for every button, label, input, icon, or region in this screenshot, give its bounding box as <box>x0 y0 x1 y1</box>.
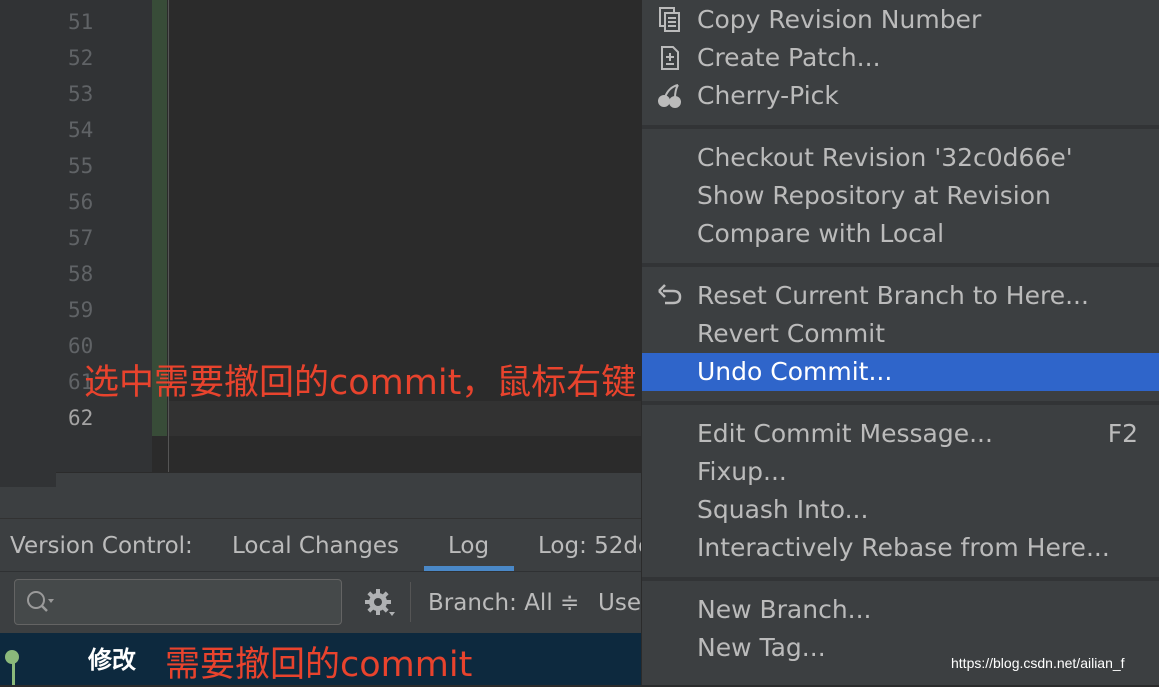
line-number: 54 <box>68 118 94 142</box>
menu-item-label: Cherry-Pick <box>697 81 839 110</box>
context-menu: Copy Revision Number Create Patch... Che… <box>641 0 1159 685</box>
annotation-commit-hint: 需要撤回的commit <box>165 645 473 685</box>
menu-item-compare-with-local[interactable]: Compare with Local <box>642 215 1159 253</box>
search-icon[interactable] <box>25 589 55 615</box>
copy-icon <box>659 7 680 32</box>
menu-item-interactively-rebase[interactable]: Interactively Rebase from Here... <box>642 529 1159 567</box>
undo-arrow-icon <box>658 284 682 305</box>
line-number-current: 62 <box>68 406 94 430</box>
menu-item-create-patch[interactable]: Create Patch... <box>642 39 1159 77</box>
cherry-pick-icon <box>658 84 681 108</box>
menu-item-label: Compare with Local <box>697 219 945 248</box>
menu-item-label: Edit Commit Message... <box>697 419 993 448</box>
menu-item-checkout-revision[interactable]: Checkout Revision '32c0d66e' <box>642 139 1159 177</box>
menu-item-label: Reset Current Branch to Here... <box>697 281 1089 310</box>
menu-item-squash-into[interactable]: Squash Into... <box>642 491 1159 529</box>
tab-log[interactable]: Log <box>448 519 489 572</box>
menu-item-fixup[interactable]: Fixup... <box>642 453 1159 491</box>
menu-separator <box>642 577 1159 581</box>
menu-item-label: New Tag... <box>697 633 826 662</box>
commit-graph-node <box>5 650 19 664</box>
user-filter[interactable]: Use <box>598 572 641 634</box>
menu-item-show-repository-at-revision[interactable]: Show Repository at Revision <box>642 177 1159 215</box>
tab-log-52dc[interactable]: Log: 52dc <box>538 519 651 572</box>
line-number: 53 <box>68 82 94 106</box>
version-control-tab-bar: Version Control: Local Changes Log Log: … <box>0 518 651 572</box>
toolbar-separator <box>410 582 411 622</box>
line-number: 51 <box>68 10 94 34</box>
menu-separator <box>642 401 1159 405</box>
commit-message[interactable]: 修改 <box>88 640 136 675</box>
menu-item-reset-current-branch[interactable]: Reset Current Branch to Here... <box>642 277 1159 315</box>
left-tool-strip <box>0 0 56 487</box>
menu-item-label: Squash Into... <box>697 495 869 524</box>
menu-item-label: Create Patch... <box>697 43 881 72</box>
menu-item-shortcut: F2 <box>1107 419 1138 448</box>
menu-separator <box>642 263 1159 267</box>
line-number: 56 <box>68 190 94 214</box>
patch-icon <box>661 46 679 70</box>
menu-item-cherry-pick[interactable]: Cherry-Pick <box>642 77 1159 115</box>
tab-local-changes[interactable]: Local Changes <box>232 519 399 572</box>
menu-item-edit-commit-message[interactable]: Edit Commit Message... F2 <box>642 415 1159 453</box>
gear-icon[interactable] <box>364 587 396 619</box>
menu-item-label: Fixup... <box>697 457 787 486</box>
editor-horizontal-scroll-area <box>56 472 641 519</box>
line-number: 57 <box>68 226 94 250</box>
line-number: 59 <box>68 298 94 322</box>
menu-item-label: Revert Commit <box>697 319 886 348</box>
line-number: 52 <box>68 46 94 70</box>
menu-item-copy-revision-number[interactable]: Copy Revision Number <box>642 1 1159 39</box>
menu-item-label: Copy Revision Number <box>697 5 982 34</box>
menu-item-label: Checkout Revision '32c0d66e' <box>697 143 1073 172</box>
menu-item-undo-commit[interactable]: Undo Commit... <box>642 353 1159 391</box>
annotation-select-hint: 选中需要撤回的commit，鼠标右键 <box>84 363 637 403</box>
log-toolbar: Branch: All ≑ Use <box>0 571 641 634</box>
menu-item-new-branch[interactable]: New Branch... <box>642 591 1159 629</box>
version-control-title: Version Control: <box>10 533 193 559</box>
watermark: https://blog.csdn.net/ailian_f <box>951 655 1125 671</box>
menu-item-label: Interactively Rebase from Here... <box>697 533 1110 562</box>
menu-separator <box>642 125 1159 129</box>
line-number: 58 <box>68 262 94 286</box>
search-input[interactable] <box>14 579 342 625</box>
menu-item-label: Undo Commit... <box>697 357 893 386</box>
menu-item-revert-commit[interactable]: Revert Commit <box>642 315 1159 353</box>
line-number: 55 <box>68 154 94 178</box>
left-bottom-panel <box>0 487 56 518</box>
menu-item-label: New Branch... <box>697 595 872 624</box>
caret-row-highlight <box>169 401 641 436</box>
branch-filter[interactable]: Branch: All ≑ <box>428 572 579 634</box>
menu-item-label: Show Repository at Revision <box>697 181 1051 210</box>
